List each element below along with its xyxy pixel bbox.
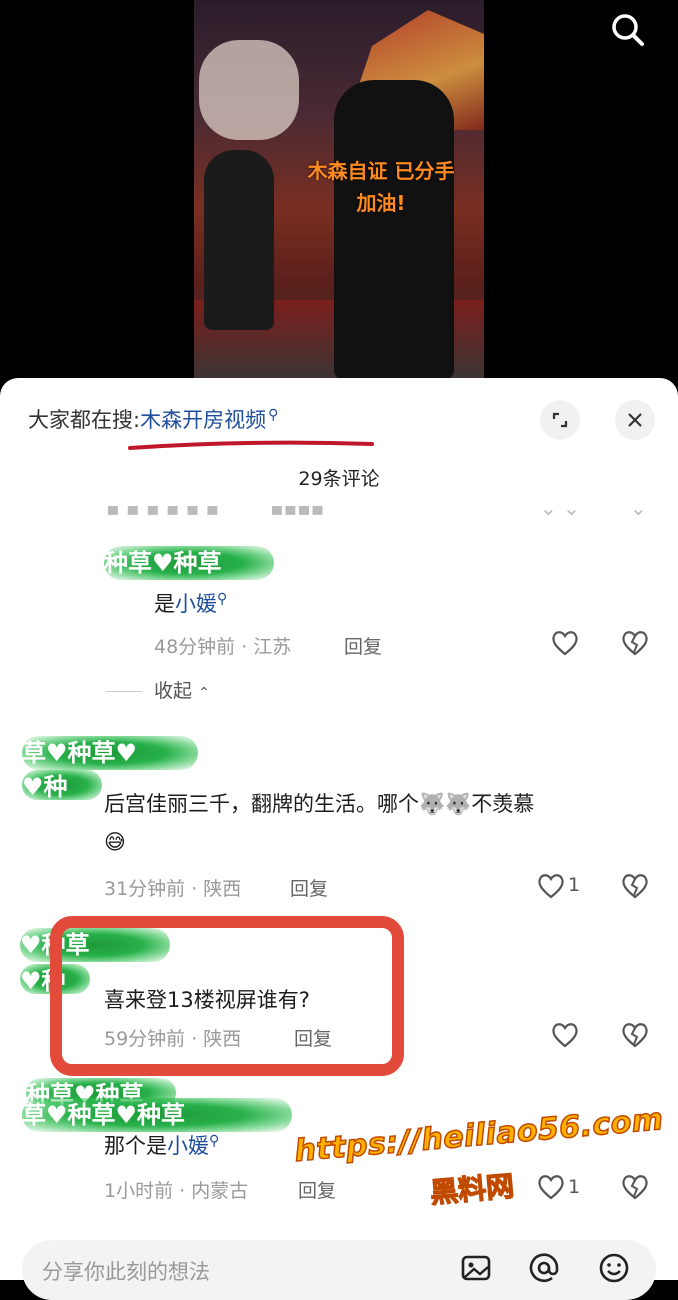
reply-button[interactable]: 回复: [344, 632, 382, 659]
video-dancers-decor: [199, 40, 299, 140]
expand-icon: [552, 412, 568, 428]
comment-author-redacted-line2: 草♥种草♥种草: [22, 1098, 292, 1132]
reply-button[interactable]: 回复: [298, 1176, 336, 1203]
comment-mention-link[interactable]: 小媛: [175, 592, 217, 616]
mention-icon[interactable]: [526, 1250, 562, 1286]
comment-meta: 31分钟前 · 陕西: [104, 878, 242, 900]
video-area[interactable]: 木森自证 已分手 加油!: [0, 0, 678, 390]
comment-mention-link[interactable]: 小媛: [167, 1134, 209, 1158]
close-icon: [628, 413, 642, 427]
video-dancer-decor: [204, 150, 274, 330]
trending-search-prefix: 大家都在搜:: [28, 408, 141, 432]
dislike-broken-heart-icon[interactable]: [620, 1020, 650, 1050]
like-heart-icon[interactable]: [536, 871, 566, 901]
comment-meta: 48分钟前 · 江苏: [154, 636, 292, 658]
reply-button[interactable]: 回复: [290, 874, 328, 901]
small-search-icon: ⚲: [268, 407, 279, 423]
dislike-broken-heart-icon[interactable]: [620, 871, 650, 901]
search-icon[interactable]: [608, 10, 648, 50]
comment-input-placeholder: 分享你此刻的想法: [42, 1260, 210, 1284]
comment-input[interactable]: 分享你此刻的想法: [22, 1240, 656, 1300]
collapse-label: 收起: [154, 680, 193, 702]
scrolled-off-comment: ▪ ▪ ▪ ▪ ▪ ▪ ▪▪▪▪ ⌄ ⌄ ⌄: [106, 506, 647, 520]
comment-text-prefix: 那个是: [104, 1134, 167, 1158]
red-underline-annotation: [128, 440, 374, 450]
comment-author-redacted[interactable]: 种草♥种草: [104, 546, 274, 580]
divider-line: [106, 691, 142, 692]
chevron-up-icon: ⌃: [198, 685, 210, 701]
like-count: 1: [568, 1176, 581, 1198]
dislike-broken-heart-icon[interactable]: [620, 628, 650, 658]
emoji-sweat-smile: 😅: [104, 830, 126, 854]
video-caption: 木森自证 已分手 加油!: [286, 155, 476, 219]
video-person-decor: [334, 80, 454, 380]
video-thumbnail[interactable]: 木森自证 已分手 加油!: [194, 0, 484, 380]
emoji-icon[interactable]: [596, 1250, 632, 1286]
watermark-name: 黑料网: [428, 1169, 516, 1210]
comment-sheet: 大家都在搜:木森开房视频 ⚲ 29条评论 ▪ ▪ ▪ ▪ ▪ ▪ ▪▪▪▪ ⌄ ⌄…: [0, 378, 678, 1300]
like-heart-icon[interactable]: [550, 628, 580, 658]
like-heart-icon[interactable]: [536, 1172, 566, 1202]
video-caption-line1: 木森自证 已分手: [307, 159, 455, 183]
comment-count: 29条评论: [298, 468, 380, 490]
comment-author-redacted-line2: ♥种: [22, 770, 102, 800]
collapse-replies[interactable]: 收起 ⌃: [106, 676, 210, 703]
close-button[interactable]: [615, 400, 655, 440]
trending-search-term[interactable]: 木森开房视频: [140, 408, 266, 432]
dislike-broken-heart-icon[interactable]: [620, 1172, 650, 1202]
small-search-icon: ⚲: [217, 591, 228, 607]
trending-search[interactable]: 大家都在搜:木森开房视频 ⚲: [28, 404, 278, 434]
comment-author-redacted[interactable]: 草♥种草♥: [22, 736, 198, 770]
image-icon[interactable]: [458, 1250, 494, 1286]
comment-text-prefix: 是: [154, 592, 175, 616]
comment-meta: 1小时前 · 内蒙古: [104, 1180, 249, 1202]
red-highlight-annotation: [50, 916, 404, 1076]
comment-text: 后宫佳丽三千，翻牌的生活。哪个🐺🐺不羡慕: [104, 792, 535, 816]
comment-text: 是小媛⚲: [154, 588, 227, 618]
comment-text: 那个是小媛⚲: [104, 1130, 219, 1160]
like-heart-icon[interactable]: [550, 1020, 580, 1050]
expand-button[interactable]: [540, 400, 580, 440]
small-search-icon: ⚲: [209, 1133, 220, 1149]
like-count: 1: [568, 874, 581, 896]
video-caption-line2: 加油!: [356, 191, 406, 215]
watermark-url: https://heiliao56.com: [292, 1101, 665, 1170]
